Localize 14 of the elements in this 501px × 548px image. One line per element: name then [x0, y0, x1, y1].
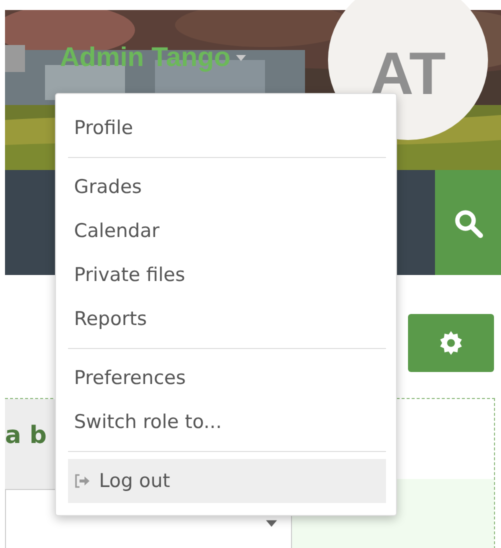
menu-item[interactable]: Grades	[68, 165, 386, 209]
block-heading: a b	[5, 421, 47, 449]
menu-item[interactable]: Calendar	[68, 209, 386, 253]
search-button[interactable]	[435, 170, 501, 275]
search-icon	[453, 208, 483, 238]
caret-icon	[266, 520, 277, 527]
menu-item[interactable]: Reports	[68, 297, 386, 341]
menu-item[interactable]: Switch role to...	[68, 400, 386, 444]
menu-item[interactable]: Preferences	[68, 356, 386, 400]
menu-item[interactable]: Private files	[68, 253, 386, 297]
menu-item[interactable]: Log out	[68, 459, 386, 503]
settings-icon	[438, 330, 464, 356]
settings-button[interactable]	[408, 314, 494, 372]
logout-icon	[74, 474, 91, 488]
